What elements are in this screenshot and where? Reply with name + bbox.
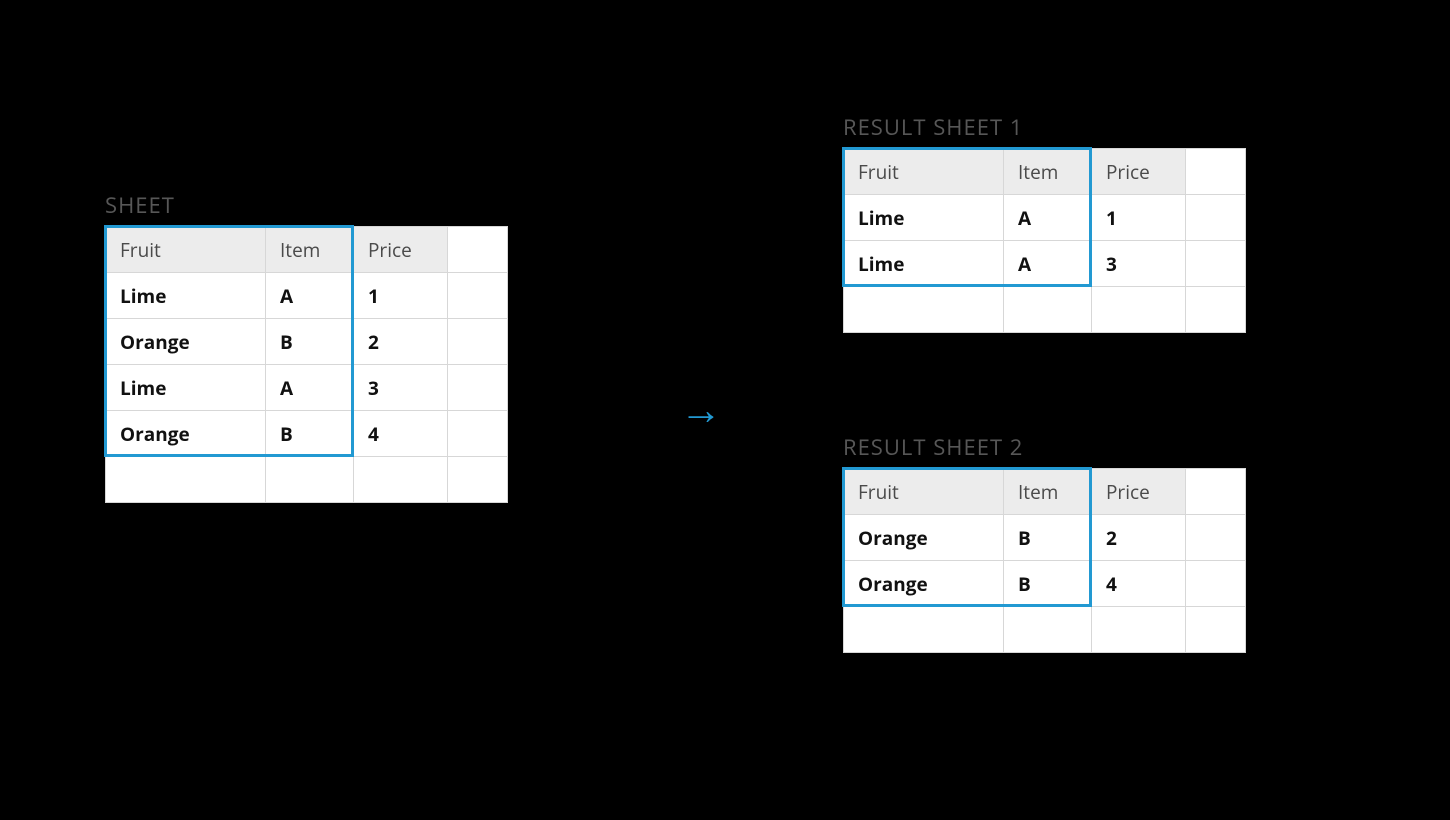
result2-panel: RESULT SHEET 2 Fruit Item Price Orange B… [843, 432, 1246, 653]
cell-fruit: Lime [106, 365, 266, 411]
result2-sheet: Fruit Item Price Orange B 2 Orange B 4 [843, 468, 1246, 653]
blank-cell [1186, 607, 1246, 653]
blank-cell [266, 457, 354, 503]
cell-price: 3 [1092, 241, 1186, 287]
blank-cell [106, 457, 266, 503]
source-table: Fruit Item Price Lime A 1 Orange B 2 Lim… [105, 226, 508, 503]
cell-fruit: Lime [844, 241, 1004, 287]
cell-price: 2 [354, 319, 448, 365]
table-row: Orange B 4 [106, 411, 508, 457]
result1-panel: RESULT SHEET 1 Fruit Item Price Lime A 1… [843, 112, 1246, 333]
blank-cell [1186, 241, 1246, 287]
cell-item: A [1004, 195, 1092, 241]
blank-cell [1092, 607, 1186, 653]
result2-table: Fruit Item Price Orange B 2 Orange B 4 [843, 468, 1246, 653]
blank-cell [448, 365, 508, 411]
col-header-item: Item [266, 227, 354, 273]
table-row: Orange B 4 [844, 561, 1246, 607]
col-header-fruit: Fruit [106, 227, 266, 273]
result1-table: Fruit Item Price Lime A 1 Lime A 3 [843, 148, 1246, 333]
blank-cell [1092, 287, 1186, 333]
blank-cell [354, 457, 448, 503]
cell-price: 2 [1092, 515, 1186, 561]
source-sheet: Fruit Item Price Lime A 1 Orange B 2 Lim… [105, 226, 508, 503]
cell-item: B [1004, 561, 1092, 607]
blank-cell [1186, 149, 1246, 195]
result1-sheet: Fruit Item Price Lime A 1 Lime A 3 [843, 148, 1246, 333]
col-header-price: Price [1092, 149, 1186, 195]
col-header-fruit: Fruit [844, 469, 1004, 515]
cell-price: 1 [354, 273, 448, 319]
blank-cell [1186, 469, 1246, 515]
col-header-price: Price [354, 227, 448, 273]
table-row: Orange B 2 [106, 319, 508, 365]
cell-item: B [1004, 515, 1092, 561]
cell-fruit: Orange [106, 411, 266, 457]
table-row: Lime A 3 [844, 241, 1246, 287]
blank-cell [844, 607, 1004, 653]
source-sheet-title: SHEET [105, 190, 508, 220]
cell-fruit: Lime [844, 195, 1004, 241]
result1-title: RESULT SHEET 1 [843, 112, 1246, 142]
cell-item: A [266, 273, 354, 319]
table-row: Lime A 3 [106, 365, 508, 411]
result2-title: RESULT SHEET 2 [843, 432, 1246, 462]
col-header-price: Price [1092, 469, 1186, 515]
source-sheet-panel: SHEET Fruit Item Price Lime A 1 Orange B… [105, 190, 508, 503]
table-header-row: Fruit Item Price [106, 227, 508, 273]
blank-cell [1004, 287, 1092, 333]
blank-row [844, 287, 1246, 333]
cell-price: 3 [354, 365, 448, 411]
cell-item: B [266, 411, 354, 457]
blank-row [844, 607, 1246, 653]
cell-price: 1 [1092, 195, 1186, 241]
col-header-item: Item [1004, 469, 1092, 515]
table-header-row: Fruit Item Price [844, 149, 1246, 195]
arrow-icon: → [680, 380, 722, 437]
cell-fruit: Lime [106, 273, 266, 319]
blank-cell [1186, 195, 1246, 241]
cell-fruit: Orange [844, 515, 1004, 561]
col-header-item: Item [1004, 149, 1092, 195]
blank-cell [448, 319, 508, 365]
blank-cell [448, 227, 508, 273]
blank-cell [448, 273, 508, 319]
table-header-row: Fruit Item Price [844, 469, 1246, 515]
blank-cell [448, 457, 508, 503]
blank-cell [1004, 607, 1092, 653]
blank-cell [448, 411, 508, 457]
cell-fruit: Orange [106, 319, 266, 365]
cell-item: A [266, 365, 354, 411]
blank-row [106, 457, 508, 503]
cell-price: 4 [354, 411, 448, 457]
col-header-fruit: Fruit [844, 149, 1004, 195]
blank-cell [844, 287, 1004, 333]
cell-item: B [266, 319, 354, 365]
table-row: Orange B 2 [844, 515, 1246, 561]
table-row: Lime A 1 [106, 273, 508, 319]
cell-item: A [1004, 241, 1092, 287]
blank-cell [1186, 287, 1246, 333]
cell-fruit: Orange [844, 561, 1004, 607]
blank-cell [1186, 561, 1246, 607]
blank-cell [1186, 515, 1246, 561]
cell-price: 4 [1092, 561, 1186, 607]
table-row: Lime A 1 [844, 195, 1246, 241]
